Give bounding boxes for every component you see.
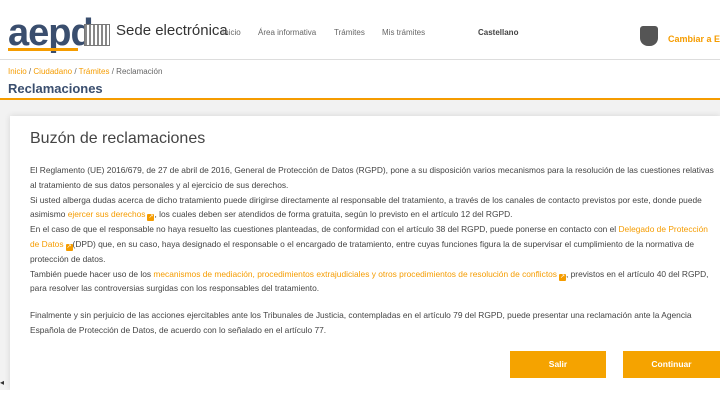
breadcrumb: Inicio / Ciudadano / Trámites / Reclamac… [8, 67, 162, 76]
breadcrumb-separator: / [28, 67, 32, 76]
paragraph-3: En el caso de que el responsable no haya… [30, 222, 714, 266]
paragraph-2-text-end: , los cuales deben ser atendidos de form… [154, 209, 513, 220]
mediation-mechanisms-link[interactable]: mecanismos de mediación, procedimientos … [153, 269, 557, 279]
breadcrumb-current: Reclamación [116, 67, 163, 76]
paragraph-4: También puede hacer uso de los mecanismo… [30, 267, 714, 297]
breadcrumb-tramites[interactable]: Trámites [79, 67, 110, 76]
exercise-rights-link[interactable]: ejercer sus derechos [68, 209, 146, 219]
change-language-link[interactable]: Cambiar a En [668, 34, 720, 44]
site-title: Sede electrónica [116, 22, 228, 39]
nav-area-informativa[interactable]: Área informativa [258, 28, 316, 37]
paragraph-4-text: También puede hacer uso de los [30, 268, 152, 279]
breadcrumb-separator: / [74, 67, 77, 76]
paragraph-2: Si usted alberga dudas acerca de dicho t… [30, 193, 714, 223]
breadcrumb-ciudadano[interactable]: Ciudadano [33, 67, 72, 76]
exit-button[interactable]: Salir [510, 351, 606, 378]
external-link-icon: ↗ [65, 243, 73, 251]
paragraph-3-text: En el caso de que el responsable no haya… [30, 224, 617, 235]
nav-mis-tramites[interactable]: Mis trámites [382, 28, 425, 37]
breadcrumb-separator: / [111, 67, 114, 76]
scroll-left-icon[interactable]: ◂ [0, 378, 4, 387]
paragraph-1: El Reglamento (UE) 2016/679, de 27 de ab… [30, 165, 714, 190]
paragraph-3-text-end: (DPD) que, en su caso, haya designado el… [30, 238, 695, 264]
header-divider [0, 59, 720, 60]
aepd-logo[interactable]: aepd [8, 14, 94, 52]
page-title: Reclamaciones [8, 81, 103, 96]
crest-icon [84, 24, 110, 46]
horizontal-scrollbar[interactable] [0, 390, 720, 405]
breadcrumb-inicio[interactable]: Inicio [8, 67, 27, 76]
language-selector[interactable]: Castellano [478, 28, 518, 37]
nav-inicio[interactable]: Inicio [222, 28, 241, 37]
logo-underline [8, 48, 78, 51]
external-link-icon: ↗ [559, 273, 566, 281]
nav-tramites[interactable]: Trámites [334, 28, 365, 37]
continue-button[interactable]: Continuar [623, 351, 720, 378]
paragraph-5: Finalmente y sin perjuicio de las accion… [30, 310, 692, 335]
complaints-card: Buzón de reclamaciones El Reglamento (UE… [10, 116, 720, 390]
card-title: Buzón de reclamaciones [30, 130, 206, 147]
site-header: aepd Sede electrónica Inicio Área inform… [0, 0, 720, 60]
card-body: El Reglamento (UE) 2016/679, de 27 de ab… [30, 163, 714, 338]
coat-of-arms-icon [640, 26, 658, 46]
